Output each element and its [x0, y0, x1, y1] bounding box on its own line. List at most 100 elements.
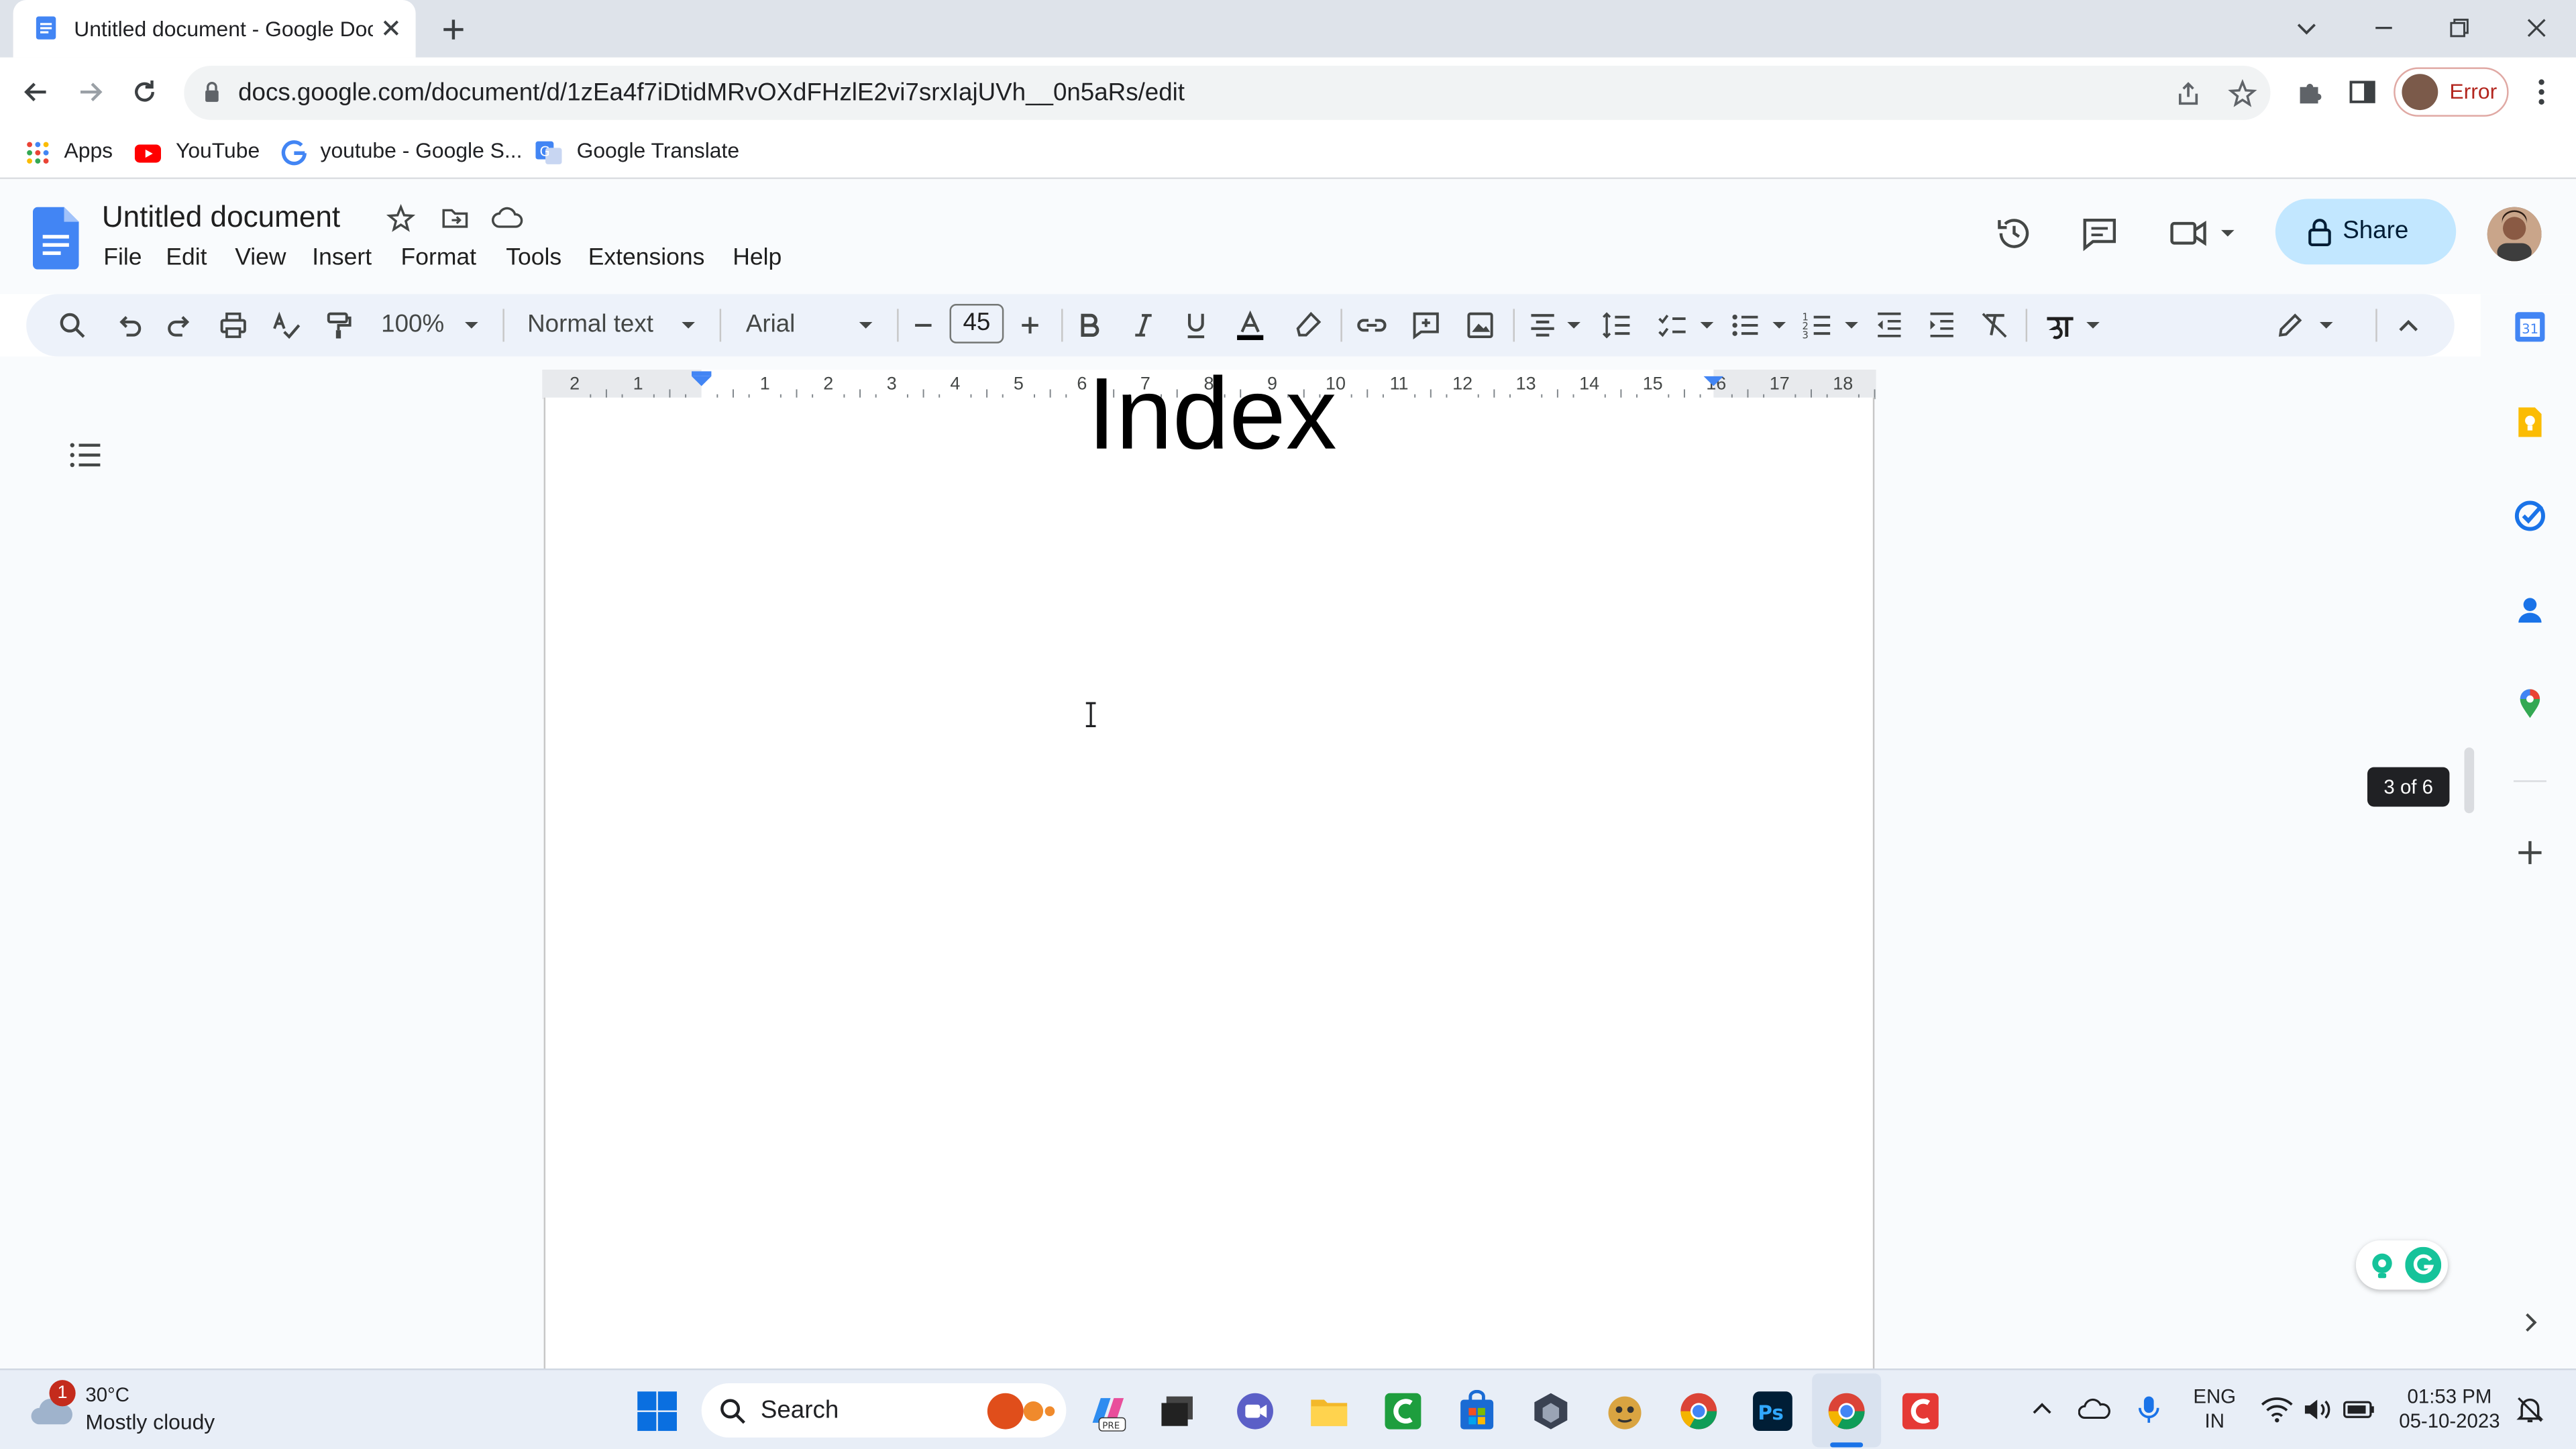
- decrease-font-size-icon[interactable]: [907, 309, 940, 341]
- extensions-puzzle-icon[interactable]: [2294, 76, 2326, 109]
- chevron-down-icon[interactable]: [2218, 223, 2237, 243]
- chevron-down-icon[interactable]: [2085, 317, 2101, 333]
- notification-bell-icon[interactable]: [2515, 1395, 2544, 1424]
- chrome-icon[interactable]: [1825, 1390, 1868, 1433]
- app-red-icon[interactable]: [1899, 1390, 1942, 1433]
- menu-insert[interactable]: Insert: [312, 245, 372, 271]
- bulleted-list-icon[interactable]: [1728, 309, 1761, 341]
- insert-link-icon[interactable]: [1355, 309, 1388, 341]
- docs-logo-icon[interactable]: [32, 207, 79, 270]
- chevron-down-icon[interactable]: [2292, 13, 2321, 43]
- insert-image-icon[interactable]: [1464, 309, 1497, 341]
- chevron-right-icon[interactable]: [2514, 1306, 2546, 1339]
- align-center-icon[interactable]: [1526, 309, 1559, 341]
- chrome-profile-icon[interactable]: [1677, 1390, 1720, 1433]
- bookmark-google-translate[interactable]: Google Translate: [577, 138, 739, 163]
- youtube-icon[interactable]: [134, 140, 162, 166]
- file-explorer-icon[interactable]: [1307, 1390, 1350, 1433]
- menu-help[interactable]: Help: [733, 245, 782, 271]
- comments-icon[interactable]: [2080, 213, 2119, 253]
- move-folder-icon[interactable]: [440, 204, 470, 233]
- font-family-select[interactable]: Arial: [746, 311, 796, 339]
- lock-icon[interactable]: [201, 80, 223, 103]
- close-window-button[interactable]: [2522, 13, 2551, 43]
- document-body-text[interactable]: Index: [1087, 356, 1336, 473]
- zoom-select[interactable]: 100%: [381, 311, 444, 339]
- app-game-icon[interactable]: [1603, 1390, 1646, 1433]
- text-color-icon[interactable]: [1234, 309, 1267, 341]
- menu-view[interactable]: View: [235, 245, 286, 271]
- chevron-down-icon[interactable]: [1566, 317, 1582, 333]
- microsoft-store-icon[interactable]: [1456, 1389, 1499, 1433]
- language-top[interactable]: ENG: [2188, 1385, 2241, 1407]
- font-size-input[interactable]: 45: [949, 304, 1004, 343]
- chevron-down-icon[interactable]: [1771, 317, 1787, 333]
- line-spacing-icon[interactable]: [1600, 309, 1633, 341]
- star-bookmark-icon[interactable]: [2228, 78, 2257, 109]
- paragraph-style-select[interactable]: Normal text: [527, 311, 653, 339]
- bookmark-apps[interactable]: Apps: [64, 138, 113, 163]
- google-icon[interactable]: [281, 140, 307, 166]
- google-keep-icon[interactable]: [2514, 406, 2546, 439]
- google-tasks-icon[interactable]: [2514, 499, 2546, 532]
- underline-icon[interactable]: [1179, 309, 1212, 341]
- wifi-icon[interactable]: [2261, 1397, 2294, 1423]
- app-green-icon[interactable]: [1382, 1390, 1425, 1433]
- input-tools-icon[interactable]: [2044, 309, 2077, 341]
- bold-icon[interactable]: [1073, 309, 1106, 341]
- spellcheck-icon[interactable]: [270, 309, 303, 341]
- side-panel-icon[interactable]: [2346, 76, 2379, 109]
- add-comment-icon[interactable]: [1409, 309, 1442, 341]
- paint-format-icon[interactable]: [322, 309, 355, 341]
- reload-icon[interactable]: [128, 76, 161, 109]
- chevron-down-icon[interactable]: [2318, 317, 2334, 333]
- copilot-icon[interactable]: PRE: [1086, 1390, 1129, 1433]
- google-contacts-icon[interactable]: [2514, 593, 2546, 626]
- microphone-icon[interactable]: [2136, 1393, 2162, 1426]
- editing-mode-pencil-icon[interactable]: [2273, 309, 2306, 341]
- chevron-down-icon[interactable]: [1843, 317, 1860, 333]
- address-bar[interactable]: docs.google.com/document/d/1zEa4f7iDtidM…: [184, 65, 2271, 120]
- document-page[interactable]: Index: [543, 358, 1875, 1384]
- teams-chat-icon[interactable]: [1234, 1390, 1277, 1433]
- forward-arrow-icon[interactable]: [74, 76, 107, 109]
- windows-start-icon[interactable]: [636, 1390, 679, 1433]
- print-icon[interactable]: [217, 309, 250, 341]
- grammarly-idea-icon[interactable]: [2366, 1248, 2399, 1281]
- restore-button[interactable]: [2445, 13, 2474, 43]
- minimize-button[interactable]: [2369, 13, 2398, 43]
- highlight-color-icon[interactable]: [1291, 309, 1324, 341]
- increase-font-size-icon[interactable]: [1014, 309, 1046, 341]
- menu-extensions[interactable]: Extensions: [588, 245, 705, 271]
- star-icon[interactable]: [386, 203, 416, 233]
- checklist-icon[interactable]: [1656, 309, 1689, 341]
- increase-indent-icon[interactable]: [1925, 309, 1958, 341]
- menu-edit[interactable]: Edit: [166, 245, 207, 271]
- chevron-down-icon[interactable]: [464, 317, 480, 333]
- google-calendar-icon[interactable]: 31: [2514, 311, 2546, 343]
- google-translate-icon[interactable]: G: [535, 140, 562, 166]
- numbered-list-icon[interactable]: 123: [1801, 309, 1833, 341]
- italic-icon[interactable]: [1127, 309, 1160, 341]
- decrease-indent-icon[interactable]: [1873, 309, 1906, 341]
- grammarly-widget[interactable]: [2355, 1240, 2448, 1290]
- battery-icon[interactable]: [2343, 1397, 2375, 1423]
- language-bottom[interactable]: IN: [2188, 1409, 2241, 1432]
- grammarly-g-icon[interactable]: [2405, 1246, 2442, 1283]
- apps-grid-icon[interactable]: [25, 140, 51, 166]
- chevron-up-icon[interactable]: [2392, 309, 2425, 341]
- meet-camera-icon[interactable]: [2169, 213, 2208, 253]
- weather-description[interactable]: Mostly cloudy: [85, 1409, 215, 1434]
- clock-date[interactable]: 05-10-2023: [2390, 1409, 2508, 1432]
- clock-time[interactable]: 01:53 PM: [2390, 1385, 2508, 1407]
- bookmark-youtube[interactable]: YouTube: [176, 138, 260, 163]
- version-history-icon[interactable]: [1994, 213, 2034, 253]
- app-cube-icon[interactable]: [1529, 1390, 1572, 1433]
- chevron-down-icon[interactable]: [857, 317, 873, 333]
- redo-icon[interactable]: [164, 309, 197, 341]
- task-view-icon[interactable]: [1157, 1390, 1199, 1433]
- weather-temperature[interactable]: 30°C: [85, 1383, 129, 1406]
- avatar[interactable]: [2487, 207, 2542, 262]
- back-arrow-icon[interactable]: [19, 76, 52, 109]
- menu-format[interactable]: Format: [401, 245, 476, 271]
